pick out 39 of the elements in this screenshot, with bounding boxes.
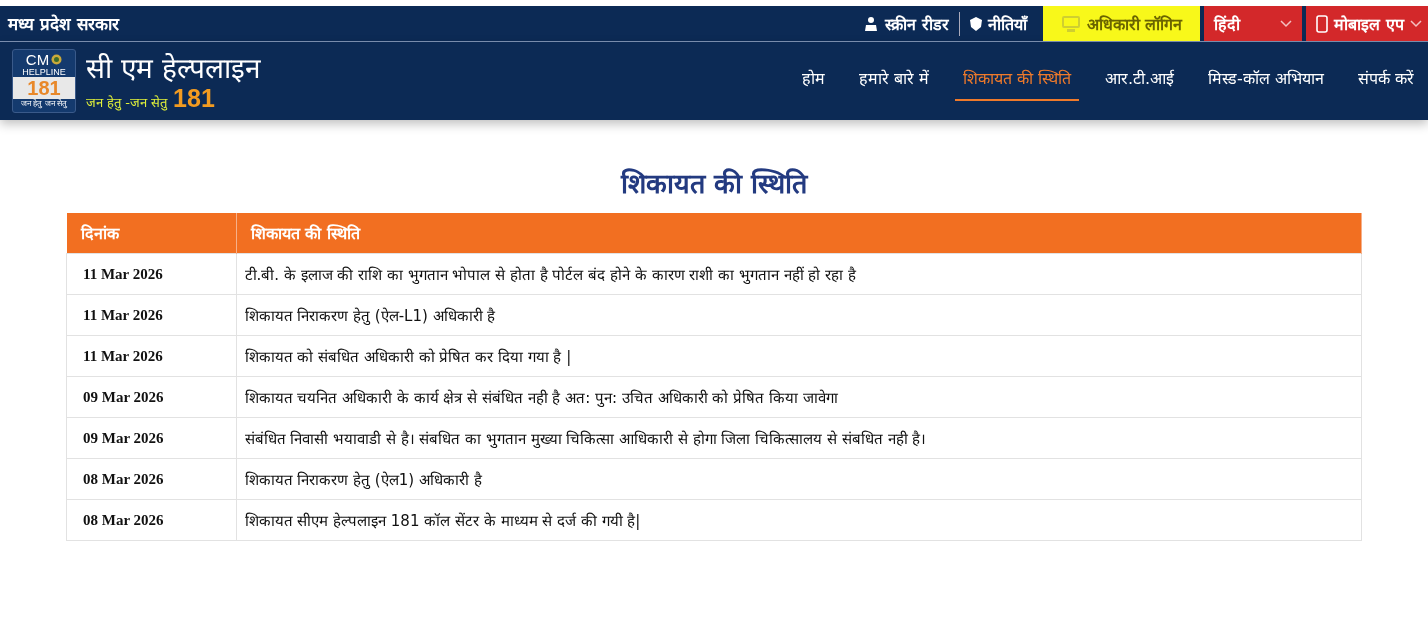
screen-reader-link[interactable]: स्क्रीन रीडर xyxy=(853,6,959,41)
chevron-down-icon xyxy=(1410,19,1422,28)
status-cell: टी.बी. के इलाज की राशि का भुगतान भोपाल से होता है पोर्टल बंद होने के कारण राशी का भुगतान नहीं हो रहा है xyxy=(236,253,1362,295)
nav-link[interactable]: होम xyxy=(793,61,833,101)
officer-login-button[interactable]: अधिकारी लॉगिन xyxy=(1042,6,1201,41)
status-cell: शिकायत सीएम हेल्पलाइन 181 कॉल सेंटर के माध्यम से दर्ज की गयी है| xyxy=(236,499,1362,541)
page-title: शिकायत की स्थिति xyxy=(619,167,810,201)
status-cell: शिकायत निराकरण हेतु (ऐल-L1) अधिकारी है xyxy=(236,294,1362,336)
monitor-icon xyxy=(1060,14,1081,33)
policies-link[interactable]: नीतियाँ xyxy=(958,11,1037,36)
nav-link[interactable]: हमारे बारे में xyxy=(850,61,937,101)
nav-link[interactable]: आर.टी.आई xyxy=(1096,61,1183,101)
status-cell: शिकायत चयनित अधिकारी के कार्य क्षेत्र से संबंधित नही है अत: पुन: उचित अधिकारी को प्रेषित किया जावेगा xyxy=(236,376,1362,418)
date-cell: 08 Mar 2026 xyxy=(66,458,236,500)
date-cell: 11 Mar 2026 xyxy=(66,253,236,295)
date-cell: 09 Mar 2026 xyxy=(66,417,236,459)
site-title: सी एम हेल्पलाइन xyxy=(86,51,261,86)
helpline-number: 181 xyxy=(173,85,215,110)
column-header: दिनांक xyxy=(66,213,236,254)
status-cell: संबंधित निवासी भयावाडी से है। संबधित का भुगतान मुख्या चिकित्सा आधिकारी से होगा जिला चिकित्सालय से संबधित नही है। xyxy=(236,417,1362,459)
status-cell: शिकायत को संबधित अधिकारी को प्रेषित कर दिया गया है | xyxy=(236,335,1362,377)
nav-link[interactable]: मिस्ड-कॉल अभियान xyxy=(1200,61,1332,101)
status-cell: शिकायत निराकरण हेतु (ऐल1) अधिकारी है xyxy=(236,458,1362,500)
helpline-logo[interactable]: CM HELPLINE 181 जन हेतु जन सेतु xyxy=(12,49,76,113)
shield-icon xyxy=(969,16,982,31)
person-icon xyxy=(863,15,880,32)
date-cell: 09 Mar 2026 xyxy=(66,376,236,418)
site-tagline: जन हेतु -जन सेतु xyxy=(86,93,168,111)
date-cell: 11 Mar 2026 xyxy=(66,294,236,336)
phone-icon xyxy=(1316,14,1329,33)
mobile-app-dropdown[interactable]: मोबाइल एप xyxy=(1306,6,1428,41)
column-header: शिकायत की स्थिति xyxy=(236,213,1362,254)
date-cell: 11 Mar 2026 xyxy=(66,335,236,377)
chevron-down-icon xyxy=(1280,19,1293,28)
date-cell: 08 Mar 2026 xyxy=(66,499,236,541)
language-dropdown[interactable]: हिंदी xyxy=(1204,6,1303,41)
state-name: मध्य प्रदेश सरकार xyxy=(8,13,119,35)
nav-link[interactable]: संपर्क करें xyxy=(1349,61,1422,101)
nav-link[interactable]: शिकायत की स्थिति xyxy=(954,61,1079,101)
